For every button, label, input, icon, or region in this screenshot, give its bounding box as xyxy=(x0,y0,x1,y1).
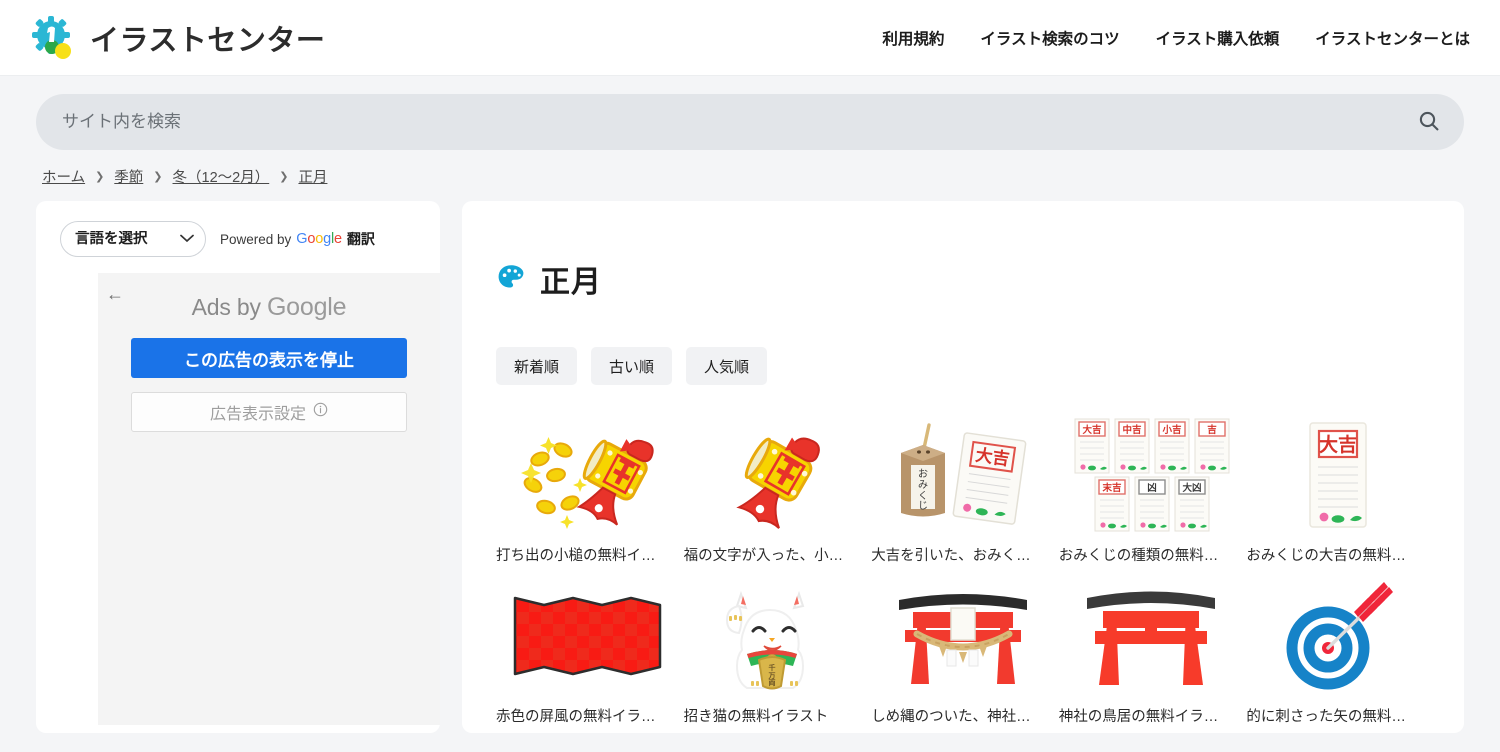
svg-text:じ: じ xyxy=(918,500,928,512)
torii-gate-icon xyxy=(1058,574,1243,699)
breadcrumb-item-new-year[interactable]: 正月 xyxy=(298,166,327,187)
google-ad-panel: ← Ads by Google この広告の表示を停止 広告表示設定 xyxy=(98,273,440,725)
brand-logo-link[interactable]: イラストセンター xyxy=(30,14,325,62)
ad-settings-label: 広告表示設定 xyxy=(209,406,306,423)
page-title-row: 正月 xyxy=(496,237,1430,321)
sort-buttons: 新着順 古い順 人気順 xyxy=(496,347,1430,386)
illustration-card[interactable]: お み く じ 大吉 大吉を引いた、おみく… xyxy=(871,413,1055,566)
omikuji-box-and-slip-icon: お み く じ 大吉 xyxy=(871,413,1055,538)
stop-ad-button[interactable]: この広告の表示を停止 xyxy=(131,338,407,378)
breadcrumb-separator-icon: ❯ xyxy=(95,171,105,183)
illustration-card[interactable]: 打ち出の小槌の無料イ… xyxy=(496,413,680,566)
illustration-caption: 福の文字が入った、小… xyxy=(683,548,844,565)
illustration-card[interactable]: しめ縄のついた、神社… xyxy=(871,574,1055,727)
gear-splat-logo-icon xyxy=(30,14,78,62)
illustration-caption: しめ縄のついた、神社… xyxy=(871,709,1031,726)
svg-text:大凶: 大凶 xyxy=(1182,482,1201,494)
target-with-arrow-icon xyxy=(1246,574,1430,699)
brand-name: イラストセンター xyxy=(90,24,326,57)
site-header: イラストセンター 利用規約 イラスト検索のコツ イラスト購入依頼 イラストセンタ… xyxy=(0,0,1500,76)
golden-mallet-icon xyxy=(683,413,868,538)
back-arrow-icon[interactable]: ← xyxy=(106,285,124,303)
illustration-caption: 打ち出の小槌の無料イ… xyxy=(496,548,656,565)
svg-text:末吉: 末吉 xyxy=(1101,482,1122,494)
language-translate-row: 言語を選択 Powered by Google 翻訳 xyxy=(36,221,440,257)
translate-label: 翻訳 xyxy=(346,231,375,247)
omikuji-types-icon: 大吉 中吉 小吉 吉 末吉 凶 大凶 xyxy=(1058,413,1243,538)
powered-by-google-translate: Powered by Google 翻訳 xyxy=(220,229,375,249)
language-select-wrapper[interactable]: 言語を選択 xyxy=(60,221,206,257)
svg-text:凶: 凶 xyxy=(1147,482,1157,494)
illustration-caption: 赤色の屏風の無料イラ… xyxy=(496,709,656,726)
golden-mallet-with-coins-icon xyxy=(496,413,680,538)
illustration-caption: おみくじの種類の無料… xyxy=(1058,548,1219,565)
illustration-caption: 的に刺さった矢の無料… xyxy=(1246,709,1406,726)
info-icon xyxy=(313,402,328,422)
ads-by-prefix: Ads by xyxy=(191,294,267,320)
svg-text:千: 千 xyxy=(769,663,776,672)
nav-item-search-tips[interactable]: イラスト検索のコツ xyxy=(980,27,1119,49)
google-logo: Google xyxy=(296,231,342,247)
sort-button-popular[interactable]: 人気順 xyxy=(686,347,768,386)
page-body: 言語を選択 Powered by Google 翻訳 ← Ads by Goog… xyxy=(0,201,1500,733)
ads-by-google-label: Ads by Google xyxy=(114,293,424,322)
sidebar: 言語を選択 Powered by Google 翻訳 ← Ads by Goog… xyxy=(36,201,440,733)
illustration-card[interactable]: 神社の鳥居の無料イラ… xyxy=(1058,574,1243,727)
breadcrumb-item-winter[interactable]: 冬（12〜2月） xyxy=(173,166,270,187)
omikuji-daikichi-slip-icon: 大吉 xyxy=(1246,413,1430,538)
breadcrumb-item-season[interactable]: 季節 xyxy=(114,166,143,187)
search-section xyxy=(0,76,1500,150)
search-icon xyxy=(1417,109,1441,136)
illustration-card[interactable]: 大吉 中吉 小吉 吉 末吉 凶 大凶 おみくじの種類の無料… xyxy=(1058,413,1243,566)
svg-text:大吉: 大吉 xyxy=(1319,433,1357,456)
svg-text:吉: 吉 xyxy=(1207,424,1217,436)
page-title: 正月 xyxy=(540,266,602,300)
illustration-caption: 神社の鳥居の無料イラ… xyxy=(1058,709,1219,726)
maneki-neko-icon: 千万両 xyxy=(683,574,868,699)
illustration-caption: おみくじの大吉の無料… xyxy=(1246,548,1406,565)
breadcrumb-separator-icon: ❯ xyxy=(153,171,163,183)
breadcrumb-separator-icon: ❯ xyxy=(279,171,289,183)
ads-google-word: Google xyxy=(266,293,347,321)
ad-settings-button[interactable]: 広告表示設定 xyxy=(131,392,407,432)
search-submit-button[interactable] xyxy=(1412,105,1446,139)
svg-text:中吉: 中吉 xyxy=(1122,424,1142,436)
palette-icon xyxy=(496,262,526,297)
illustration-card[interactable]: 赤色の屏風の無料イラ… xyxy=(496,574,680,727)
red-folding-screen-icon xyxy=(496,574,680,699)
illustration-grid: 打ち出の小槌の無料イ… 福の文字が入った、小… お み く じ 大吉 大吉を引い… xyxy=(496,413,1430,727)
illustration-card[interactable]: 千万両 招き猫の無料イラスト xyxy=(683,574,868,727)
search-bar[interactable] xyxy=(36,94,1464,150)
main-nav: 利用規約 イラスト検索のコツ イラスト購入依頼 イラストセンターとは xyxy=(882,27,1470,49)
torii-with-shimenawa-icon xyxy=(871,574,1055,699)
illustration-caption: 招き猫の無料イラスト xyxy=(683,709,829,726)
svg-text:両: 両 xyxy=(769,679,776,687)
illustration-card[interactable]: 大吉 おみくじの大吉の無料… xyxy=(1246,413,1430,566)
sort-button-newest[interactable]: 新着順 xyxy=(496,347,578,386)
sort-button-oldest[interactable]: 古い順 xyxy=(591,347,673,386)
illustration-card[interactable]: 的に刺さった矢の無料… xyxy=(1246,574,1430,727)
powered-by-label: Powered by xyxy=(220,231,292,247)
nav-item-terms[interactable]: 利用規約 xyxy=(882,27,944,49)
breadcrumb-item-home[interactable]: ホーム xyxy=(42,166,85,187)
main-content: 正月 新着順 古い順 人気順 打ち出の小槌の無料イ… 福の文字が入った、小… お… xyxy=(462,201,1464,733)
language-select[interactable]: 言語を選択 xyxy=(60,221,206,257)
nav-item-about[interactable]: イラストセンターとは xyxy=(1315,27,1470,49)
svg-text:み: み xyxy=(918,480,928,491)
breadcrumb: ホーム ❯ 季節 ❯ 冬（12〜2月） ❯ 正月 xyxy=(0,150,1500,201)
svg-text:お: お xyxy=(918,468,928,480)
svg-text:小吉: 小吉 xyxy=(1161,424,1182,436)
search-input[interactable] xyxy=(36,94,1464,150)
svg-text:大吉: 大吉 xyxy=(1082,424,1102,436)
illustration-caption: 大吉を引いた、おみく… xyxy=(871,548,1031,565)
illustration-card[interactable]: 福の文字が入った、小… xyxy=(683,413,868,566)
nav-item-purchase-request[interactable]: イラスト購入依頼 xyxy=(1156,27,1280,49)
